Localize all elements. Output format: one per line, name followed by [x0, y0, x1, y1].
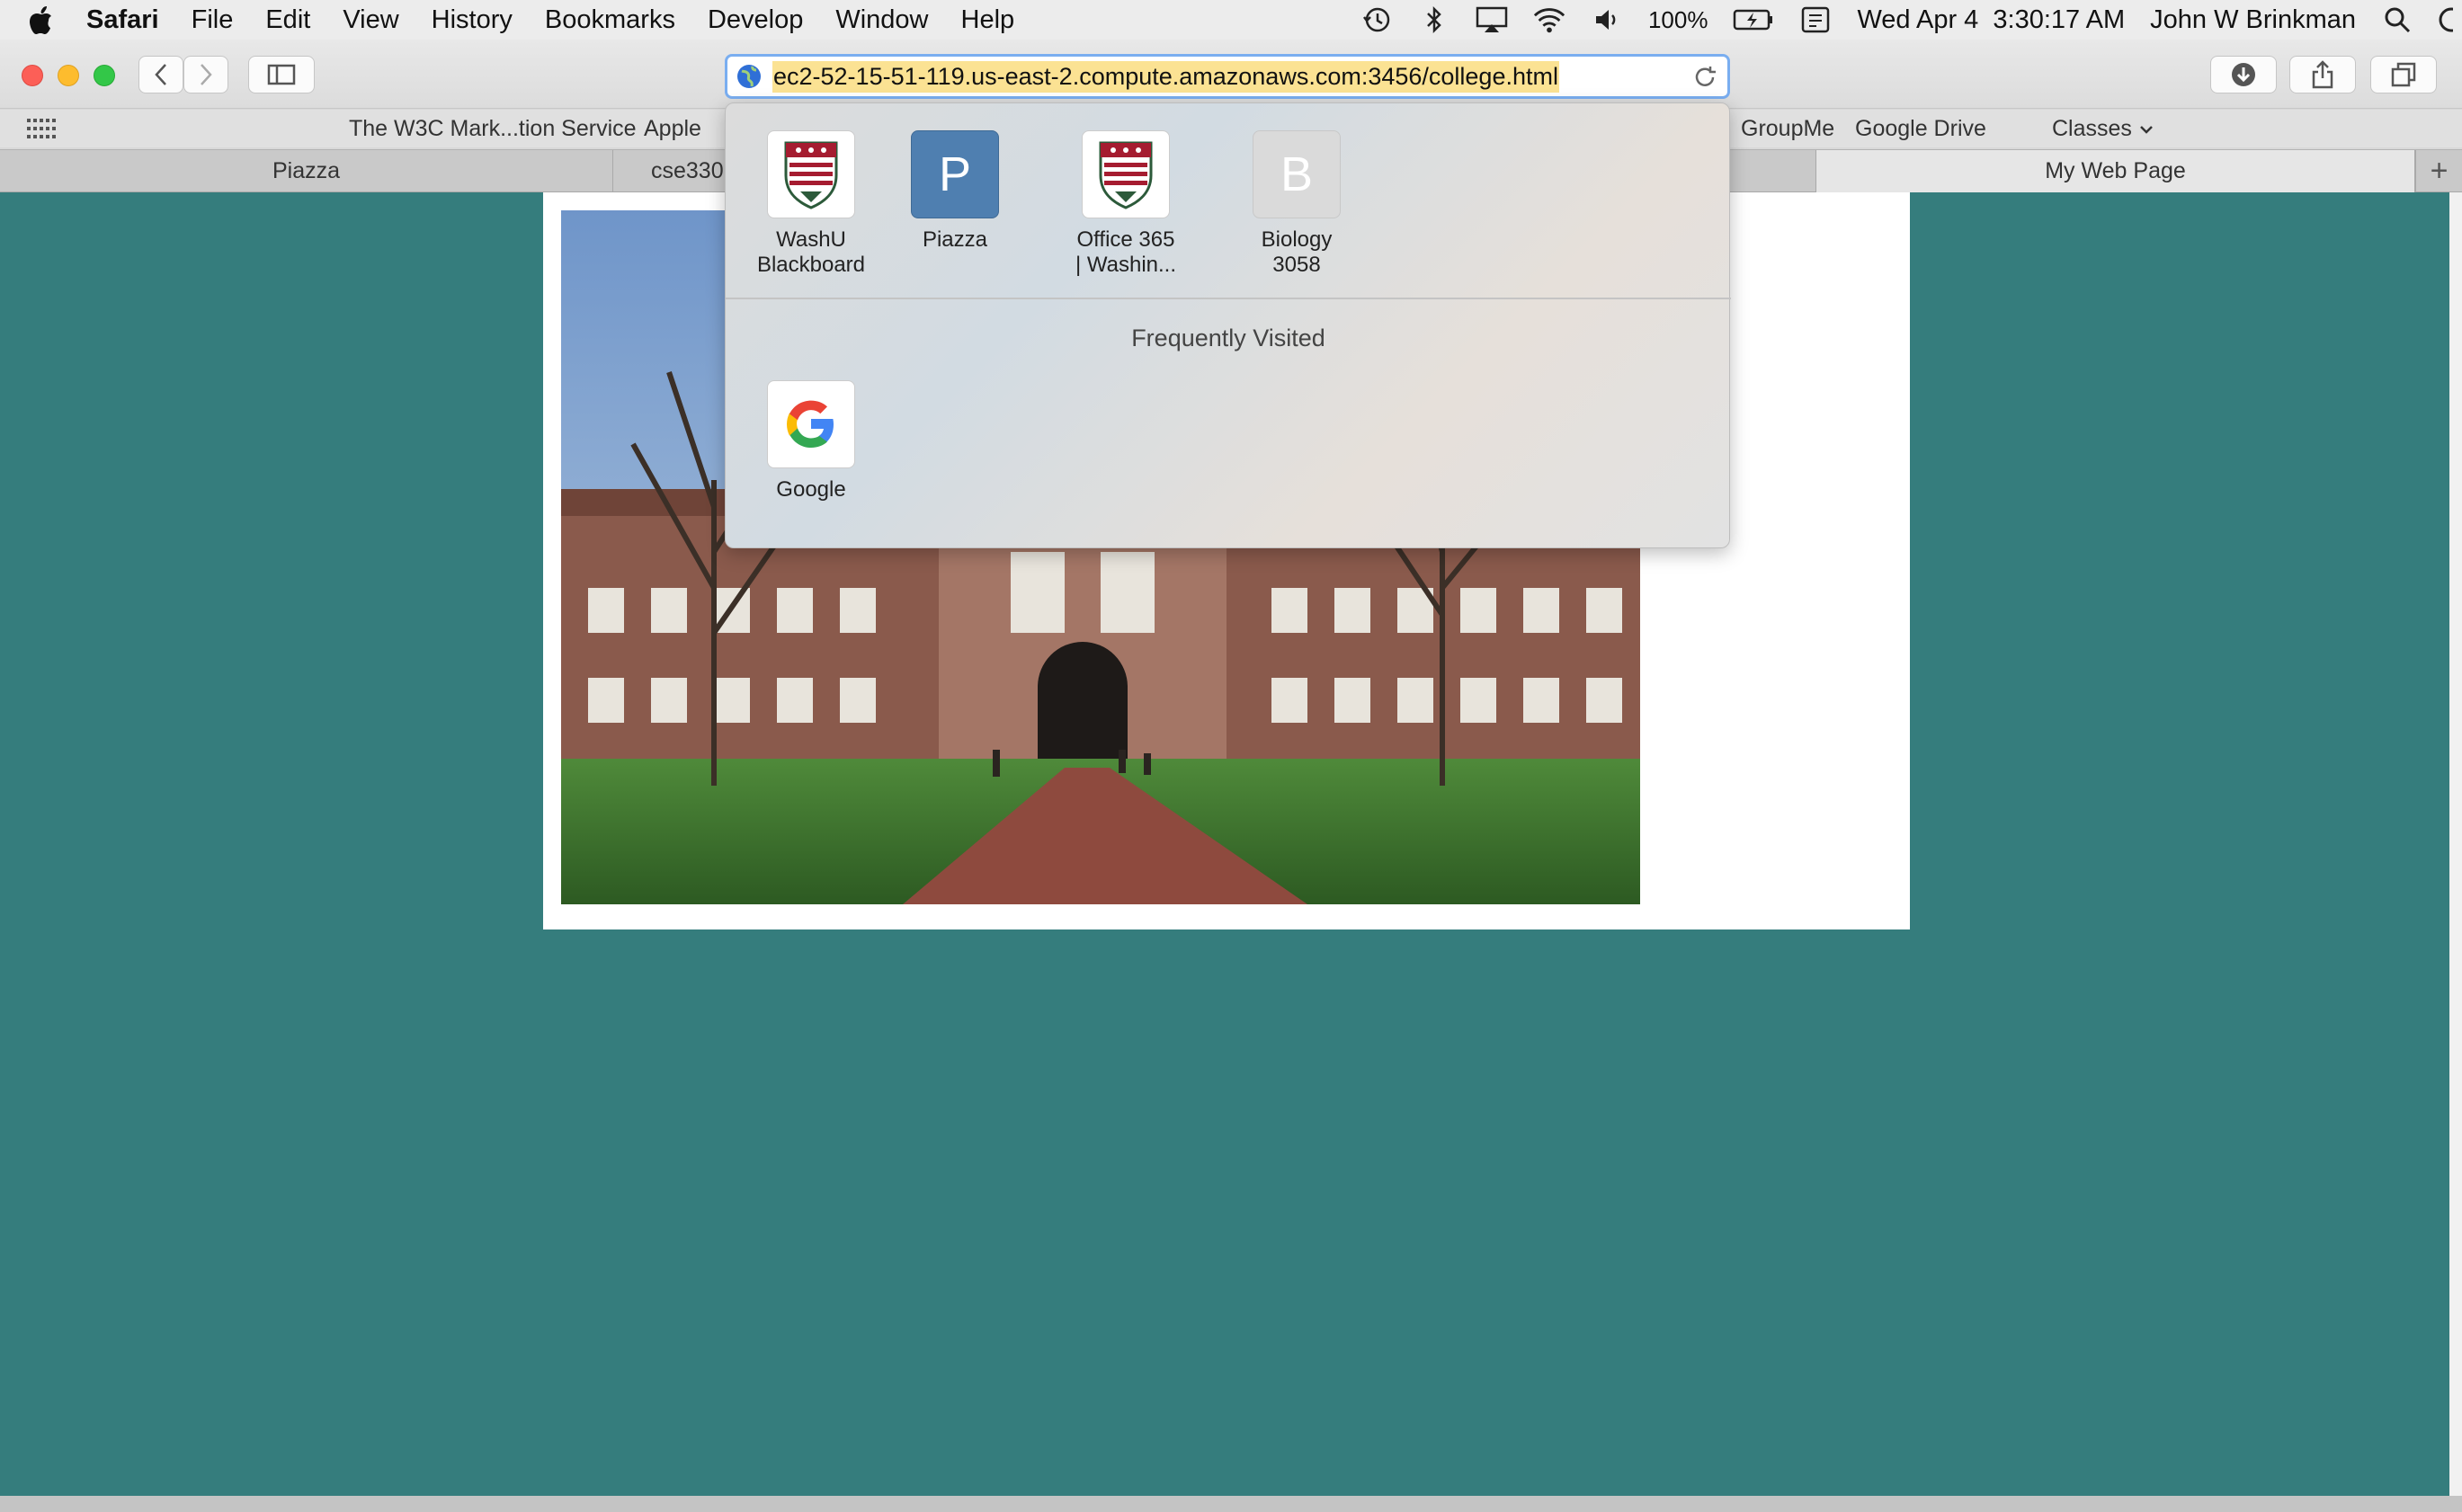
google-g-icon — [767, 380, 855, 468]
menu-edit[interactable]: Edit — [265, 5, 310, 35]
sidebar-toggle-button[interactable] — [248, 56, 315, 93]
menu-window[interactable]: Window — [835, 5, 928, 35]
airplay-icon[interactable] — [1476, 5, 1508, 34]
tile-letter: P — [938, 147, 972, 201]
menu-safari[interactable]: Safari — [86, 5, 159, 35]
menu-bookmarks[interactable]: Bookmarks — [545, 5, 675, 35]
frequently-visited-heading: Frequently Visited — [1131, 325, 1325, 351]
url-text[interactable]: ec2-52-15-51-119.us-east-2.compute.amazo… — [772, 60, 1559, 93]
tile-label-line2: 3058 — [1272, 253, 1321, 277]
tab-piazza[interactable]: Piazza — [0, 150, 613, 192]
tile-letter: B — [1280, 147, 1314, 201]
favorite-groupme[interactable]: GroupMe — [1741, 116, 1834, 142]
favorite-google-drive[interactable]: Google Drive — [1855, 116, 1986, 142]
reload-icon[interactable] — [1691, 64, 1718, 91]
washu-crest-icon — [767, 130, 855, 218]
menu-history[interactable]: History — [432, 5, 513, 35]
close-window-button[interactable] — [22, 65, 43, 86]
status-area: 100% Wed Apr 4 3:30:17 AM John W Brinkma… — [1360, 0, 2462, 40]
input-menu-icon[interactable] — [1799, 5, 1832, 34]
forward-button[interactable] — [183, 56, 228, 93]
user-name[interactable]: John W Brinkman — [2150, 5, 2356, 35]
menu-bar: Safari File Edit View History Bookmarks … — [0, 0, 2462, 40]
sidebar-icon — [267, 64, 296, 85]
favorite-classes-folder[interactable]: Classes — [2052, 116, 2154, 142]
new-tab-button[interactable]: + — [2415, 150, 2462, 192]
download-icon — [2232, 63, 2255, 86]
tab-overview-button[interactable] — [2370, 56, 2437, 93]
back-button[interactable] — [138, 56, 183, 93]
tile-label-line2: Blackboard — [756, 253, 866, 277]
zoom-window-button[interactable] — [94, 65, 115, 86]
wifi-icon[interactable] — [1533, 5, 1566, 34]
menu-help[interactable]: Help — [961, 5, 1015, 35]
favorite-tile-office-365[interactable]: Office 365 | Washin... — [1040, 130, 1211, 278]
dock-strip — [0, 1496, 2462, 1512]
notification-center-icon[interactable] — [2439, 5, 2453, 34]
tab-label: My Web Page — [2045, 158, 2186, 183]
chevron-left-icon — [155, 64, 166, 85]
tile-label-line1: Piazza — [922, 227, 988, 252]
tab-label: cse330 — [651, 158, 724, 183]
washu-crest-icon — [1082, 130, 1170, 218]
battery-percent: 100% — [1647, 5, 1708, 33]
time-machine-icon[interactable] — [1360, 5, 1393, 34]
show-all-bookmarks-grid-icon[interactable] — [27, 119, 56, 138]
tile-label-line2: | Washin... — [1075, 253, 1177, 277]
favorite-apple[interactable]: Apple — [644, 116, 701, 142]
apple-logo-icon[interactable] — [27, 4, 54, 35]
spotlight-search-icon[interactable] — [2381, 5, 2413, 34]
clock[interactable]: Wed Apr 4 3:30:17 AM — [1857, 5, 2125, 35]
dropdown-divider — [726, 298, 1731, 299]
share-button[interactable] — [2289, 56, 2356, 93]
tile-label-line1: Biology — [1261, 227, 1333, 252]
menu-develop[interactable]: Develop — [708, 5, 803, 35]
menu-view[interactable]: View — [343, 5, 398, 35]
favorite-tile-piazza[interactable]: P Piazza — [870, 130, 1040, 253]
downloads-button[interactable] — [2210, 56, 2277, 93]
chevron-down-icon — [2140, 125, 2153, 134]
frequent-tile-google[interactable]: Google — [726, 380, 896, 503]
favorites-dropdown: WashU Blackboard P Piazza Office 365 | W… — [725, 102, 1731, 548]
tile-label-line1: Office 365 — [1076, 227, 1175, 252]
favorite-tile-biology-3058[interactable]: B Biology 3058 — [1211, 130, 1382, 278]
tabs-overview-icon — [2391, 62, 2416, 87]
plus-icon: + — [2430, 154, 2449, 188]
bluetooth-icon[interactable] — [1418, 5, 1450, 34]
battery-charging-icon[interactable] — [1733, 5, 1774, 34]
volume-icon[interactable] — [1591, 5, 1623, 34]
favorite-w3c-markup-validation[interactable]: The W3C Mark...tion Service — [349, 116, 637, 142]
address-bar[interactable]: ec2-52-15-51-119.us-east-2.compute.amazo… — [725, 54, 1730, 99]
tab-label: Piazza — [272, 158, 341, 183]
adjacent-window-edge — [2449, 192, 2462, 1512]
share-icon — [2312, 60, 2333, 89]
tile-label-line1: Google — [776, 477, 846, 502]
minimize-window-button[interactable] — [58, 65, 79, 86]
menu-file[interactable]: File — [192, 5, 234, 35]
letter-b-icon: B — [1253, 130, 1341, 218]
browser-toolbar: ec2-52-15-51-119.us-east-2.compute.amazo… — [0, 40, 2462, 109]
favorite-classes-label: Classes — [2052, 116, 2132, 141]
tab-my-web-page[interactable]: My Web Page — [1816, 150, 2415, 192]
globe-icon — [737, 65, 761, 88]
chevron-right-icon — [201, 64, 212, 85]
letter-p-icon: P — [911, 130, 999, 218]
